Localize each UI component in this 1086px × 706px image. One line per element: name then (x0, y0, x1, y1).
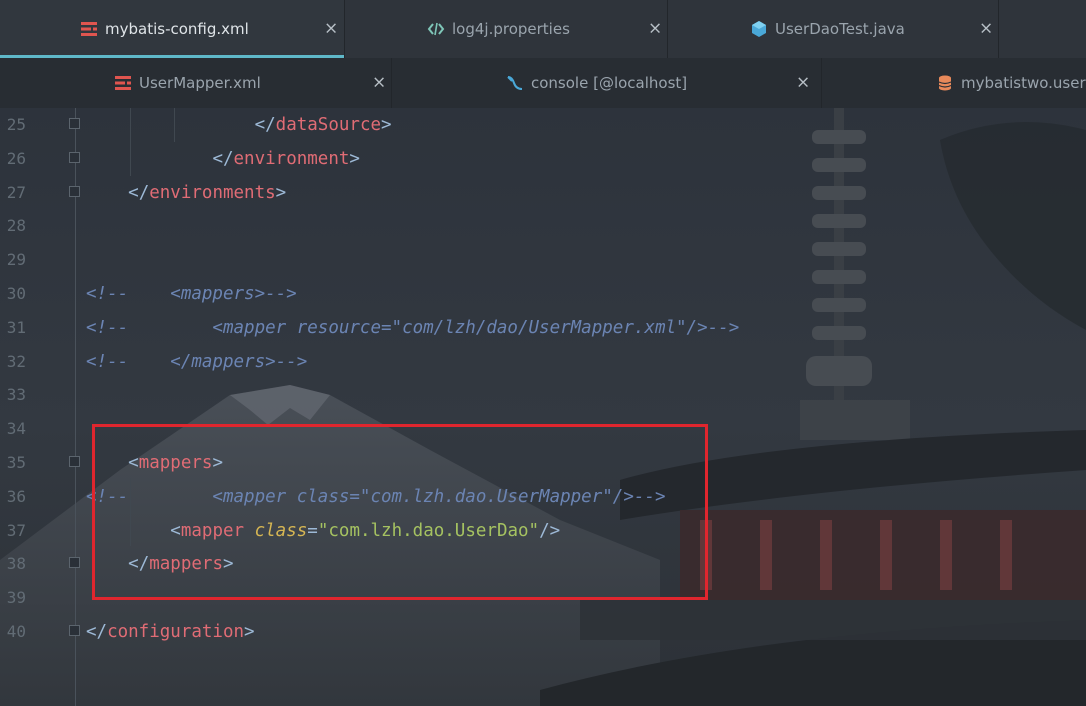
properties-file-icon (427, 20, 445, 38)
fold-marker-icon[interactable] (69, 625, 80, 636)
code-text: </dataSource> (254, 115, 392, 135)
code-line[interactable]: 31 <!-- <mapper resource="com/lzh/dao/Use… (0, 311, 1086, 345)
code-text: <!-- <mappers>--> (86, 284, 297, 304)
line-number: 29 (6, 250, 26, 270)
fold-marker-icon[interactable] (69, 456, 80, 467)
tab-usermapper-xml[interactable]: UserMapper.xml × (0, 58, 392, 108)
line-number: 32 (6, 351, 26, 371)
fold-marker-icon[interactable] (69, 185, 80, 197)
line-number: 28 (6, 216, 26, 236)
fold-marker-icon[interactable] (69, 151, 80, 163)
java-class-icon (750, 20, 768, 38)
line-number: 30 (6, 284, 26, 303)
code-editor[interactable]: 25 </dataSource> 26 </environment> 27 </en… (0, 108, 1086, 706)
line-number: 40 (6, 622, 26, 641)
console-icon (506, 74, 524, 92)
tab-label: UserMapper.xml (139, 74, 261, 92)
line-number: 31 (6, 317, 26, 337)
editor-tab-bar-primary: mybatis-config.xml × log4j.properties × … (0, 0, 1086, 58)
close-tab-icon[interactable]: × (648, 20, 662, 38)
code-line[interactable]: 30 <!-- <mappers>--> (0, 277, 1086, 311)
red-annotation-box (92, 424, 708, 600)
close-tab-icon[interactable]: × (324, 20, 338, 38)
code-line[interactable]: 25 </dataSource> (0, 108, 1086, 142)
close-tab-icon[interactable]: × (979, 20, 993, 38)
tab-label: mybatistwo.user (961, 74, 1086, 92)
code-text: </environment> (212, 148, 360, 169)
xml-file-icon (80, 20, 98, 38)
close-tab-icon[interactable]: × (372, 74, 386, 92)
fold-marker-icon[interactable] (69, 118, 80, 129)
fold-marker-icon[interactable] (69, 557, 80, 569)
close-tab-icon[interactable]: × (796, 74, 810, 92)
xml-file-icon (114, 74, 132, 92)
tab-overflow[interactable] (999, 0, 1086, 58)
code-text: </configuration> (86, 622, 255, 642)
tab-mybatis-config-xml[interactable]: mybatis-config.xml × (0, 0, 345, 58)
line-number: 25 (6, 115, 26, 134)
line-number: 36 (6, 486, 26, 506)
database-table-icon (936, 74, 954, 92)
tab-label: UserDaoTest.java (775, 20, 905, 38)
line-number: 35 (6, 453, 26, 472)
tab-label: mybatis-config.xml (105, 20, 249, 38)
code-line[interactable]: 33 (0, 378, 1086, 412)
line-number: 26 (6, 148, 26, 168)
code-line[interactable]: 40 </configuration> (0, 615, 1086, 649)
tab-userdaotest-java[interactable]: UserDaoTest.java × (668, 0, 999, 58)
tab-console-localhost[interactable]: console [@localhost] × (392, 58, 822, 108)
tab-label: log4j.properties (452, 20, 570, 38)
code-text: <!-- </mappers>--> (86, 351, 308, 372)
editor-tab-bar-secondary: UserMapper.xml × console [@localhost] × … (0, 58, 1086, 108)
code-line[interactable]: 27 </environments> (0, 176, 1086, 210)
line-number: 39 (6, 588, 26, 608)
code-line[interactable]: 29 (0, 243, 1086, 277)
line-number: 38 (6, 554, 26, 574)
tab-label: console [@localhost] (531, 74, 688, 92)
code-text: </environments> (128, 182, 287, 203)
tab-log4j-properties[interactable]: log4j.properties × (345, 0, 668, 58)
tab-mybatistwo-user[interactable]: mybatistwo.user (822, 58, 1086, 108)
line-number: 27 (6, 182, 26, 202)
code-line[interactable]: 26 </environment> (0, 142, 1086, 176)
line-number: 34 (6, 419, 26, 439)
line-number: 33 (6, 385, 26, 405)
code-line[interactable]: 28 (0, 209, 1086, 243)
code-text: <!-- <mapper resource="com/lzh/dao/UserM… (86, 317, 740, 338)
code-line[interactable]: 32 <!-- </mappers>--> (0, 345, 1086, 379)
line-number: 37 (6, 520, 26, 540)
